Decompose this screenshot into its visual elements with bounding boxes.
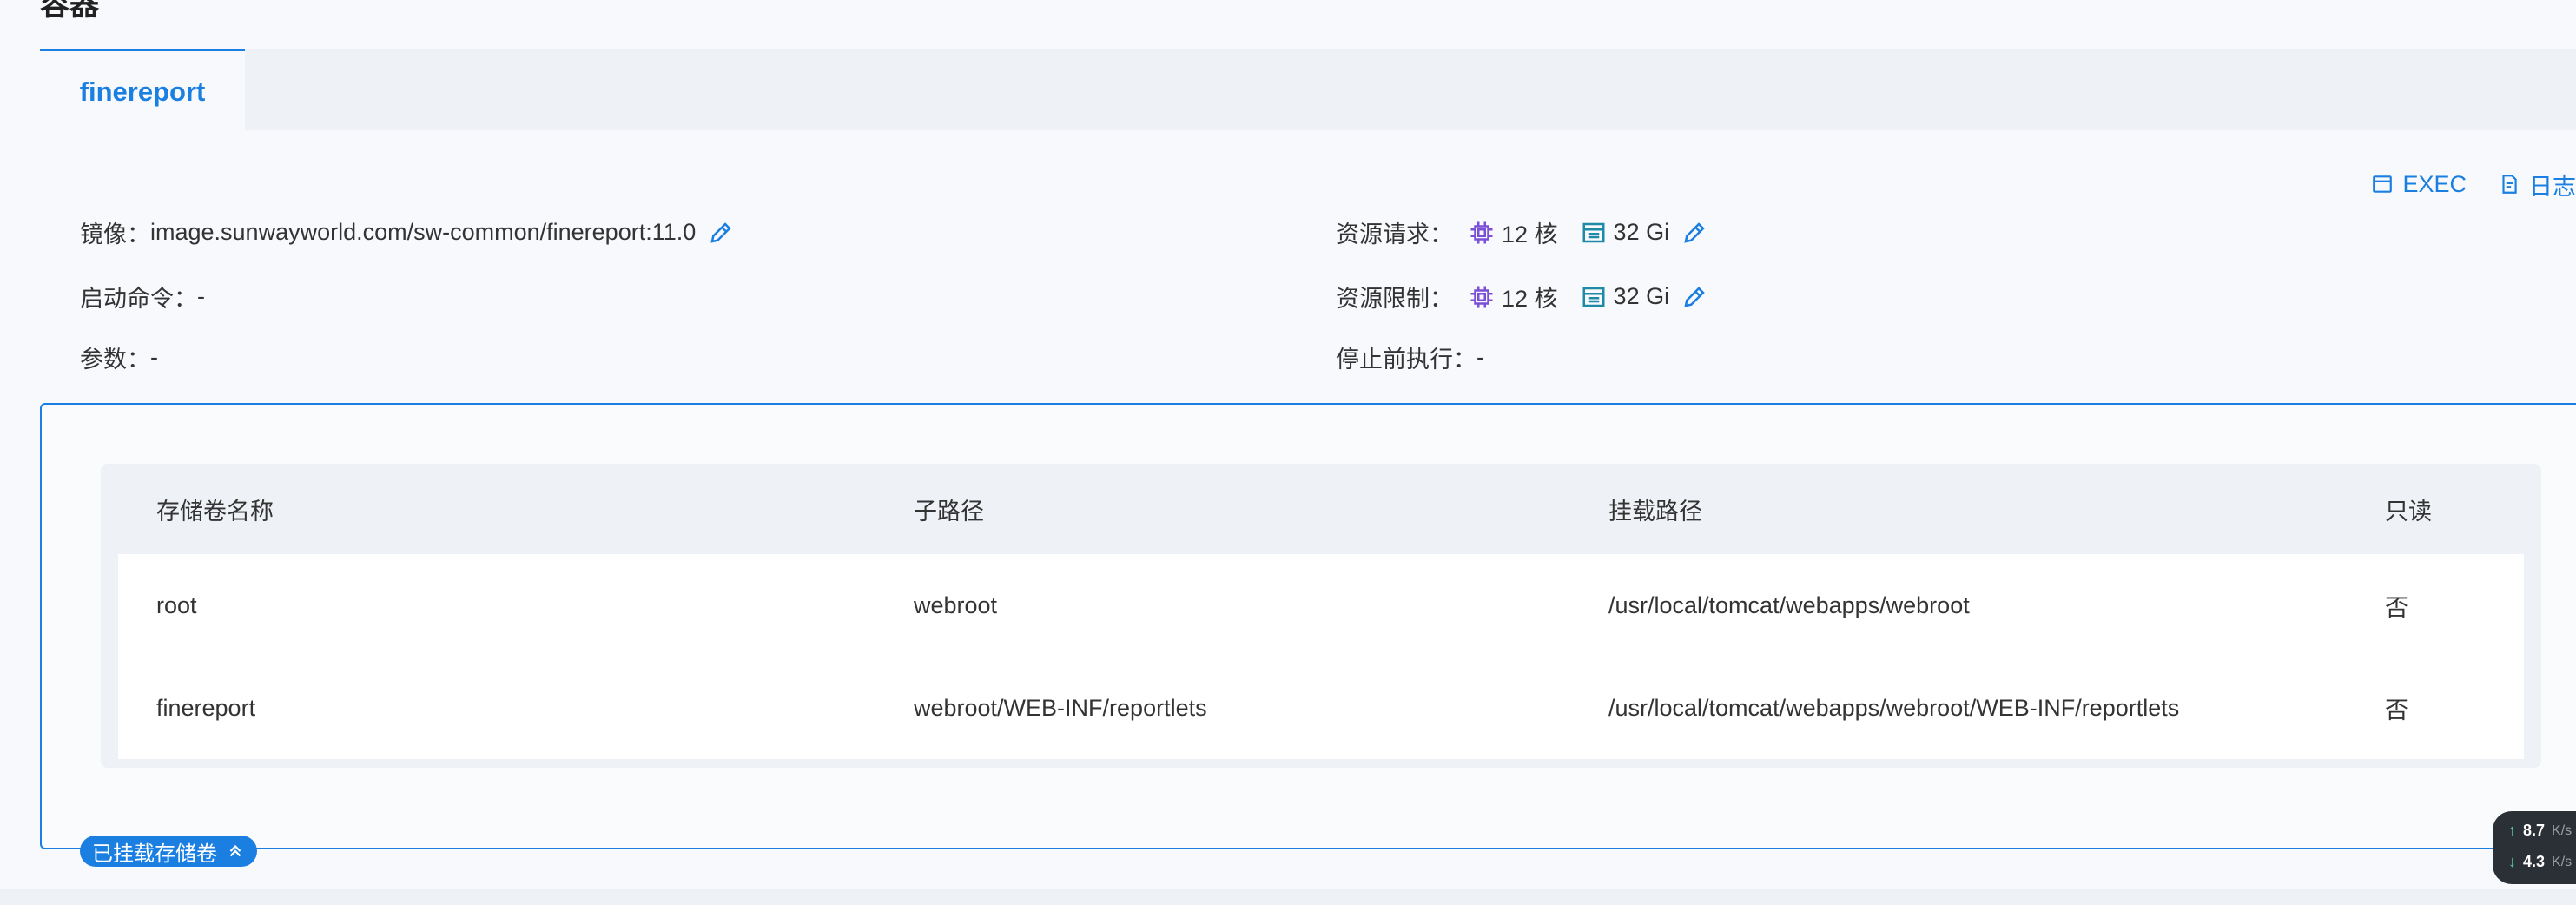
- cell-subpath: webroot/WEB-INF/reportlets: [914, 694, 1207, 721]
- request-mem: 32 Gi: [1581, 219, 1670, 246]
- header-mount-path: 挂载路径: [1608, 498, 1702, 525]
- volumes-table: 存储卷名称 子路径 挂载路径 只读 root webroot /usr/loca…: [101, 464, 2541, 768]
- logs-label: 日志: [2529, 173, 2576, 200]
- cell-mount-path: /usr/local/tomcat/webapps/webroot: [1608, 591, 1970, 618]
- image-row: 镜像： image.sunwayworld.com/sw-common/fine…: [80, 215, 734, 249]
- limit-cpu: 12 核: [1469, 280, 1558, 314]
- table-header: 存储卷名称 子路径 挂载路径 只读: [101, 464, 2541, 554]
- limit-mem: 32 Gi: [1581, 283, 1670, 310]
- exec-button[interactable]: EXEC: [2371, 171, 2467, 198]
- collapse-volumes-button[interactable]: 已挂载存储卷: [80, 836, 257, 867]
- cpu-icon: [1470, 286, 1493, 307]
- cell-volume-name: root: [156, 591, 197, 618]
- section-title: 容器: [40, 0, 99, 22]
- command-label: 启动命令：: [80, 286, 197, 312]
- download-speed-value: 4.3: [2523, 853, 2546, 870]
- table-row: finereport webroot/WEB-INF/reportlets /u…: [118, 657, 2524, 759]
- collapse-volumes-label: 已挂载存储卷: [92, 842, 217, 866]
- exec-label: EXEC: [2402, 170, 2467, 197]
- limit-label: 资源限制：: [1336, 286, 1453, 312]
- network-speed-widget: ↑ 8.7 K/s ↓ 4.3 K/s: [2493, 811, 2576, 884]
- header-volume-name: 存储卷名称: [156, 498, 274, 525]
- log-file-icon: [2502, 175, 2517, 194]
- args-label: 参数：: [80, 347, 150, 373]
- logs-button[interactable]: 日志: [2498, 168, 2576, 201]
- cell-volume-name: finereport: [156, 694, 256, 721]
- memory-icon: [1582, 287, 1605, 307]
- edit-limit-icon[interactable]: [1681, 284, 1707, 310]
- args-value: -: [150, 344, 158, 370]
- limit-mem-value: 32 Gi: [1613, 283, 1670, 309]
- chevron-up-icon: [229, 844, 241, 857]
- request-cpu: 12 核: [1469, 215, 1558, 249]
- container-actions: EXEC 日志: [2371, 167, 2576, 201]
- request-cpu-value: 12 核: [1502, 221, 1558, 248]
- edit-request-icon[interactable]: [1681, 220, 1707, 246]
- upload-speed-unit: K/s: [2552, 822, 2573, 838]
- terminal-icon: [2373, 175, 2393, 193]
- download-arrow-icon: ↓: [2508, 853, 2516, 870]
- cell-subpath: webroot: [914, 591, 998, 618]
- limit-cpu-value: 12 核: [1502, 286, 1558, 312]
- prestop-label: 停止前执行：: [1336, 347, 1476, 373]
- resource-limit-row: 资源限制： 12 核 32 Gi: [1336, 280, 1707, 314]
- table-row: root webroot /usr/local/tomcat/webapps/w…: [118, 554, 2524, 657]
- header-subpath: 子路径: [914, 498, 984, 525]
- image-value: image.sunwayworld.com/sw-common/finerepo…: [150, 219, 697, 245]
- upload-speed: ↑ 8.7 K/s: [2508, 822, 2572, 840]
- cell-readonly: 否: [2385, 594, 2408, 621]
- prestop-row: 停止前执行： -: [1336, 340, 1484, 374]
- header-readonly: 只读: [2385, 498, 2432, 525]
- tab-finereport[interactable]: finereport: [40, 49, 245, 133]
- cell-readonly: 否: [2385, 697, 2408, 723]
- cell-mount-path: /usr/local/tomcat/webapps/webroot/WEB-IN…: [1608, 694, 2180, 721]
- edit-image-icon[interactable]: [708, 220, 734, 246]
- command-row: 启动命令： -: [80, 280, 205, 314]
- resource-request-row: 资源请求： 12 核 32 Gi: [1336, 215, 1707, 249]
- tab-bar: finereport: [40, 49, 2576, 133]
- upload-speed-value: 8.7: [2523, 822, 2546, 839]
- command-value: -: [197, 283, 205, 309]
- memory-icon: [1582, 222, 1605, 242]
- prestop-value: -: [1476, 344, 1484, 370]
- mounted-volumes-panel: 存储卷名称 子路径 挂载路径 只读 root webroot /usr/loca…: [40, 403, 2576, 849]
- download-speed-unit: K/s: [2552, 854, 2573, 869]
- upload-arrow-icon: ↑: [2508, 822, 2516, 839]
- bottom-tab-strip: [0, 889, 2576, 905]
- request-mem-value: 32 Gi: [1613, 219, 1670, 245]
- request-label: 资源请求：: [1336, 221, 1453, 248]
- image-label: 镜像：: [80, 221, 150, 248]
- cpu-icon: [1470, 221, 1493, 243]
- download-speed: ↓ 4.3 K/s: [2508, 853, 2572, 871]
- args-row: 参数： -: [80, 340, 158, 374]
